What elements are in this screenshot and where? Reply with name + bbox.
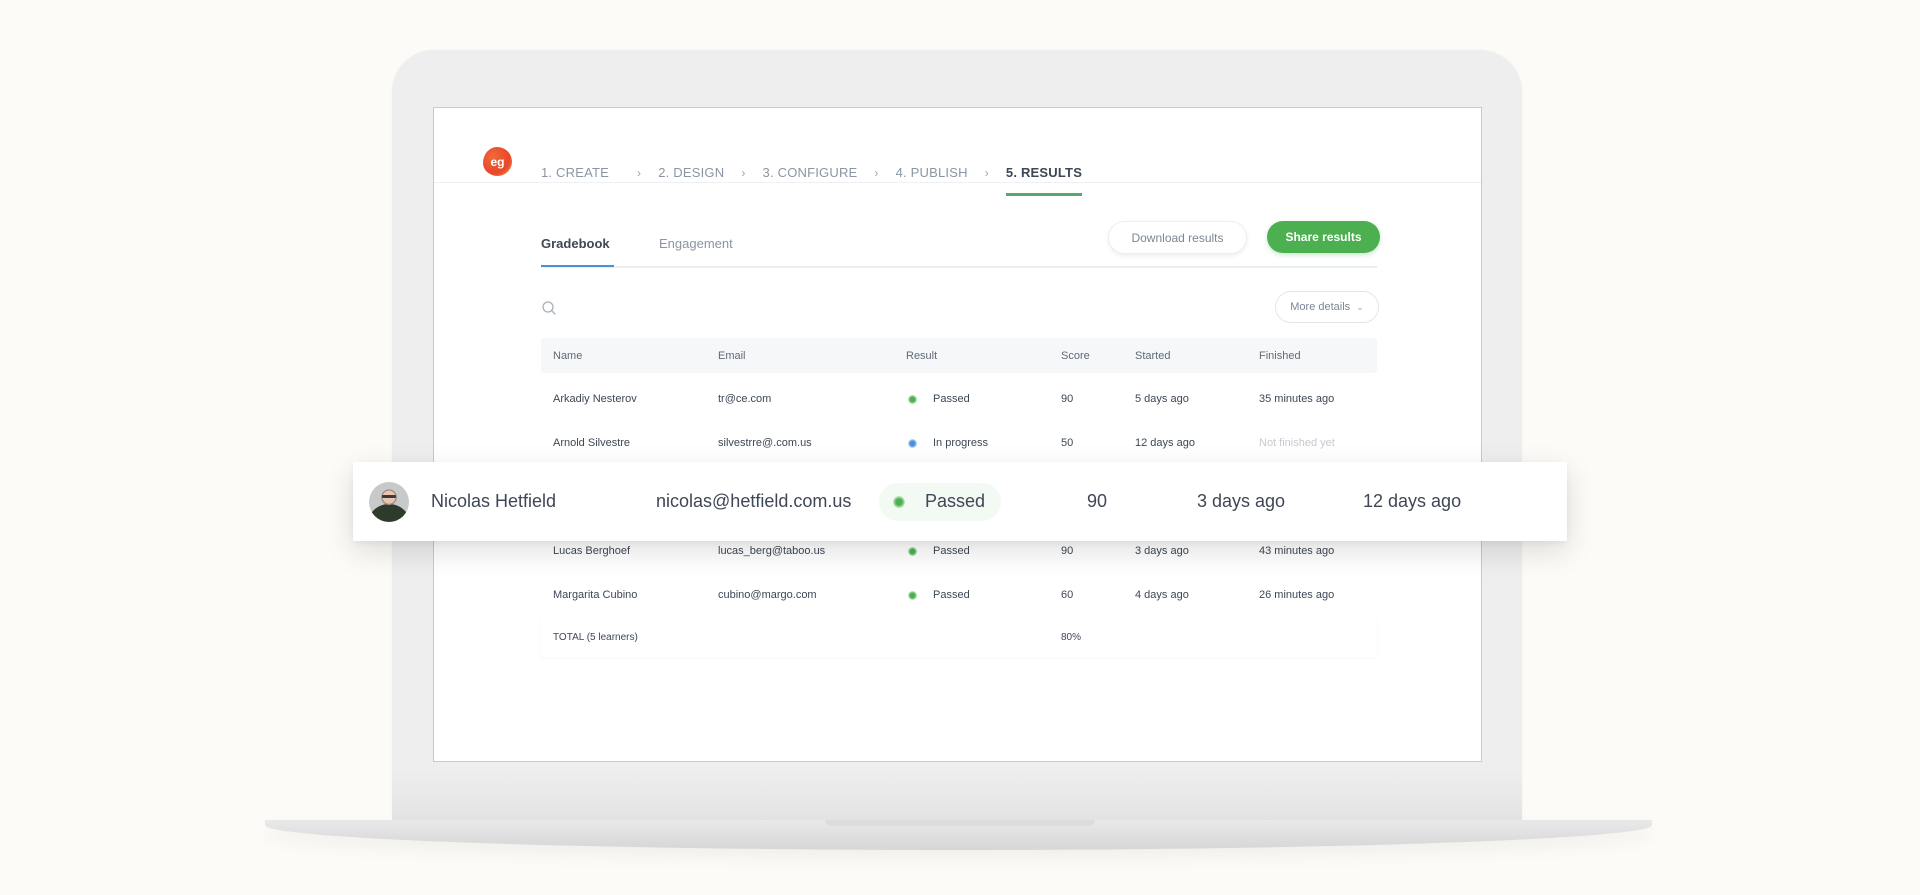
- header-finished[interactable]: Finished: [1259, 350, 1377, 362]
- step-create[interactable]: 1. CREATE: [541, 165, 609, 196]
- cell-result: Passed: [906, 393, 1041, 405]
- result-label: Passed: [933, 393, 970, 405]
- cell-name: Arnold Silvestre: [553, 437, 631, 449]
- step-publish[interactable]: 4. PUBLISH: [896, 165, 968, 196]
- cell-finished: 35 minutes ago: [1259, 393, 1335, 405]
- status-passed-icon: [908, 546, 917, 556]
- wizard-steps: 1. CREATE › 2. DESIGN › 3. CONFIGURE › 4…: [541, 152, 1083, 196]
- highlight-result: Passed: [879, 482, 1087, 521]
- header-name[interactable]: Name: [541, 350, 718, 362]
- cell-result: Passed: [906, 545, 1041, 557]
- status-badge: Passed: [879, 482, 1002, 521]
- status-passed-icon: [893, 495, 905, 508]
- highlight-started: 3 days ago: [1197, 491, 1286, 511]
- cell-result: In progress: [906, 437, 1041, 449]
- cell-score: 50: [1061, 437, 1074, 449]
- status-passed-icon: [908, 394, 917, 404]
- chevron-right-icon: ›: [637, 165, 642, 180]
- status-label: Passed: [925, 491, 986, 511]
- laptop-chin: [392, 770, 1522, 822]
- cell-finished: 26 minutes ago: [1259, 589, 1335, 601]
- table-total-row: TOTAL (5 learners) 80%: [541, 617, 1377, 657]
- highlight-finished: 12 days ago: [1363, 491, 1462, 511]
- cell-email: cubino@margo.com: [718, 589, 817, 601]
- app-logo: eg: [483, 147, 512, 176]
- total-label: TOTAL (5 learners): [553, 631, 638, 643]
- highlight-email: nicolas@hetfield.com.us: [656, 491, 852, 511]
- cell-result: Passed: [906, 589, 1041, 601]
- cell-finished: 43 minutes ago: [1259, 545, 1335, 557]
- cell-email: silvestrre@.com.us: [718, 437, 812, 449]
- table-header: Name Email Result Score Started Finished: [541, 338, 1377, 373]
- header-email[interactable]: Email: [718, 350, 906, 362]
- more-details-label: More details: [1290, 301, 1351, 313]
- tab-gradebook[interactable]: Gradebook: [541, 236, 614, 267]
- cell-started: 5 days ago: [1135, 393, 1189, 405]
- chevron-right-icon: ›: [984, 165, 989, 180]
- laptop-notch: [825, 820, 1095, 826]
- tab-engagement[interactable]: Engagement: [659, 236, 733, 265]
- search-icon[interactable]: [541, 300, 557, 316]
- cell-name: Lucas Berghoef: [553, 545, 631, 557]
- status-passed-icon: [908, 590, 917, 600]
- cell-name: Margarita Cubino: [553, 589, 638, 601]
- cell-email: lucas_berg@taboo.us: [718, 545, 826, 557]
- result-label: Passed: [933, 545, 970, 557]
- app-screen: eg 1. CREATE › 2. DESIGN › 3. CONFIGURE …: [433, 107, 1482, 762]
- table-row[interactable]: Arnold Silvestre silvestrre@.com.us In p…: [541, 421, 1377, 465]
- cell-score: 60: [1061, 589, 1074, 601]
- download-results-button[interactable]: Download results: [1108, 221, 1247, 254]
- header-score[interactable]: Score: [1041, 350, 1135, 362]
- share-results-button[interactable]: Share results: [1267, 221, 1380, 253]
- step-results[interactable]: 5. RESULTS: [1005, 165, 1083, 196]
- result-label: Passed: [933, 589, 970, 601]
- cell-started: 12 days ago: [1135, 437, 1195, 449]
- highlighted-learner-row[interactable]: Nicolas Hetfield nicolas@hetfield.com.us…: [353, 462, 1567, 541]
- header-started[interactable]: Started: [1135, 350, 1259, 362]
- wizard-nav: eg 1. CREATE › 2. DESIGN › 3. CONFIGURE …: [434, 108, 1481, 196]
- results-tabs: Gradebook Engagement: [541, 221, 1377, 268]
- step-design[interactable]: 2. DESIGN: [658, 165, 724, 196]
- step-configure[interactable]: 3. CONFIGURE: [763, 165, 858, 196]
- cell-finished: Not finished yet: [1259, 437, 1335, 449]
- cell-score: 90: [1061, 393, 1074, 405]
- chevron-right-icon: ›: [874, 165, 879, 180]
- chevron-down-icon: ⌄: [1356, 301, 1364, 312]
- status-in-progress-icon: [908, 438, 917, 448]
- cell-started: 4 days ago: [1135, 589, 1189, 601]
- result-label: In progress: [933, 437, 989, 449]
- header-result[interactable]: Result: [906, 350, 1041, 362]
- chevron-right-icon: ›: [741, 165, 746, 180]
- more-details-dropdown[interactable]: More details ⌄: [1275, 291, 1379, 323]
- highlight-score: 90: [1087, 491, 1108, 511]
- cell-name: Arkadiy Nesterov: [553, 393, 637, 405]
- cell-email: tr@ce.com: [718, 393, 772, 405]
- table-row[interactable]: Arkadiy Nesterov tr@ce.com Passed 90 5 d…: [541, 377, 1377, 421]
- total-score: 80%: [1061, 631, 1082, 643]
- avatar: [369, 481, 409, 522]
- cell-started: 3 days ago: [1135, 545, 1189, 557]
- cell-score: 90: [1061, 545, 1074, 557]
- table-row[interactable]: Margarita Cubino cubino@margo.com Passed…: [541, 573, 1377, 617]
- highlight-name: Nicolas Hetfield: [431, 491, 557, 511]
